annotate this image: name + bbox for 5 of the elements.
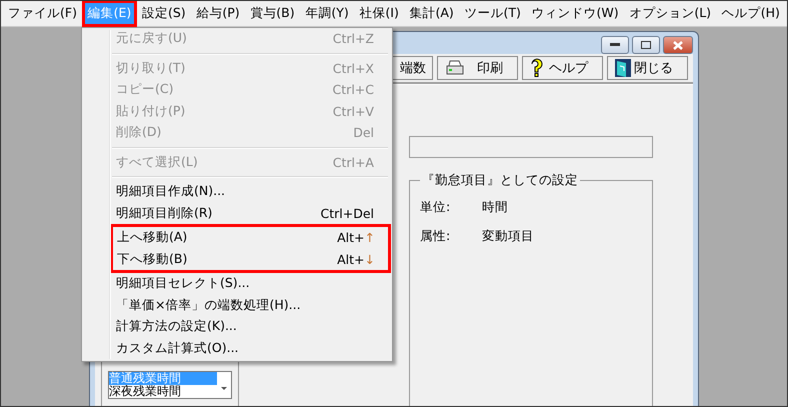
- field-label: 属性:: [420, 228, 452, 245]
- field-label: 単位:: [420, 199, 452, 216]
- group-title: 『勤怠項目』としての設定: [421, 172, 579, 189]
- field-value: 時間: [482, 199, 508, 216]
- field-value: 変動項目: [482, 228, 534, 245]
